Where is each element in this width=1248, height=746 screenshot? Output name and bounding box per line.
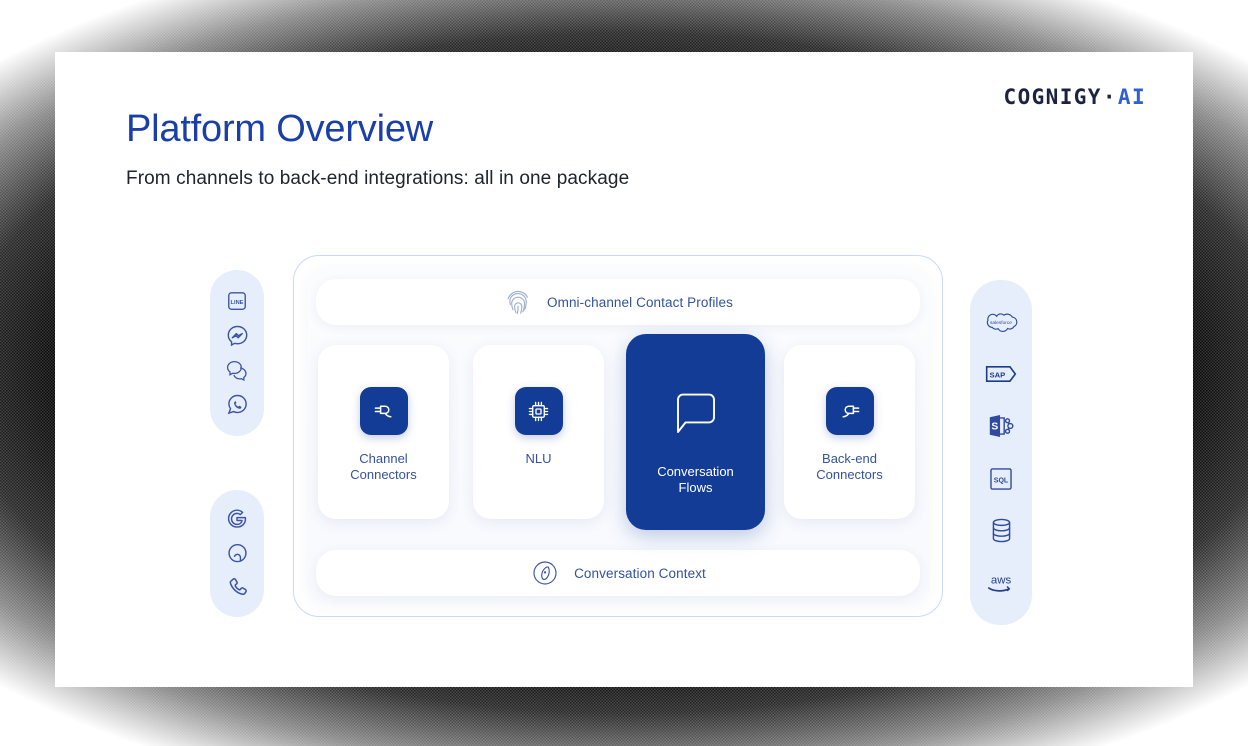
integrations-pill: salesforce SAP S SQL aws — [970, 280, 1032, 625]
sql-icon[interactable]: SQL — [984, 462, 1018, 496]
card-conversation-flows[interactable]: Conversation Flows — [626, 334, 765, 530]
platform-overview-diagram: LINE salesforce SAP S SQL aws Omni-chann… — [55, 52, 1193, 687]
sap-icon[interactable]: SAP — [984, 357, 1018, 391]
database-icon[interactable] — [984, 514, 1018, 548]
conversation-context-bar[interactable]: Conversation Context — [316, 550, 920, 596]
fingerprint-icon — [503, 287, 533, 317]
omni-channel-contact-profiles-bar[interactable]: Omni-channel Contact Profiles — [316, 279, 920, 325]
svg-text:SAP: SAP — [990, 371, 1006, 380]
svg-text:S: S — [991, 422, 998, 433]
svg-text:aws: aws — [991, 574, 1012, 586]
card-back-end-connectors[interactable]: Back-end Connectors — [784, 345, 915, 519]
line-messenger-icon[interactable]: LINE — [220, 284, 254, 318]
aws-icon[interactable]: aws — [984, 566, 1018, 600]
screenshot-frame: COGNIGY · AI Platform Overview From chan… — [0, 0, 1248, 746]
sharepoint-icon[interactable]: S — [984, 409, 1018, 443]
card-label: Back-end Connectors — [816, 451, 883, 482]
top-bar-label: Omni-channel Contact Profiles — [547, 294, 733, 310]
channels-pill-bottom — [210, 490, 264, 617]
compass-icon — [530, 558, 560, 588]
facebook-messenger-icon[interactable] — [220, 319, 254, 353]
bottom-bar-label: Conversation Context — [574, 565, 706, 581]
svg-text:SQL: SQL — [994, 477, 1009, 484]
channels-pill-top: LINE — [210, 270, 264, 436]
card-channel-connectors[interactable]: Channel Connectors — [318, 345, 449, 519]
card-label: Conversation Flows — [657, 464, 734, 495]
google-assistant-icon[interactable] — [220, 502, 254, 536]
plug-out-icon — [825, 387, 874, 435]
webchat-bubbles-icon[interactable] — [220, 353, 254, 387]
salesforce-icon[interactable]: salesforce — [984, 305, 1018, 339]
slide-canvas: COGNIGY · AI Platform Overview From chan… — [55, 52, 1193, 687]
card-label: NLU — [525, 451, 552, 466]
phone-handset-icon[interactable] — [220, 571, 254, 605]
svg-text:salesforce: salesforce — [990, 320, 1012, 326]
speech-bubble-icon — [665, 384, 727, 446]
whatsapp-icon[interactable] — [220, 388, 254, 422]
card-nlu[interactable]: NLU — [473, 345, 604, 519]
plug-in-icon — [359, 387, 408, 435]
cpu-chip-icon — [514, 387, 563, 435]
alexa-icon[interactable] — [220, 536, 254, 570]
card-label: Channel Connectors — [350, 451, 417, 482]
svg-text:LINE: LINE — [231, 300, 244, 306]
